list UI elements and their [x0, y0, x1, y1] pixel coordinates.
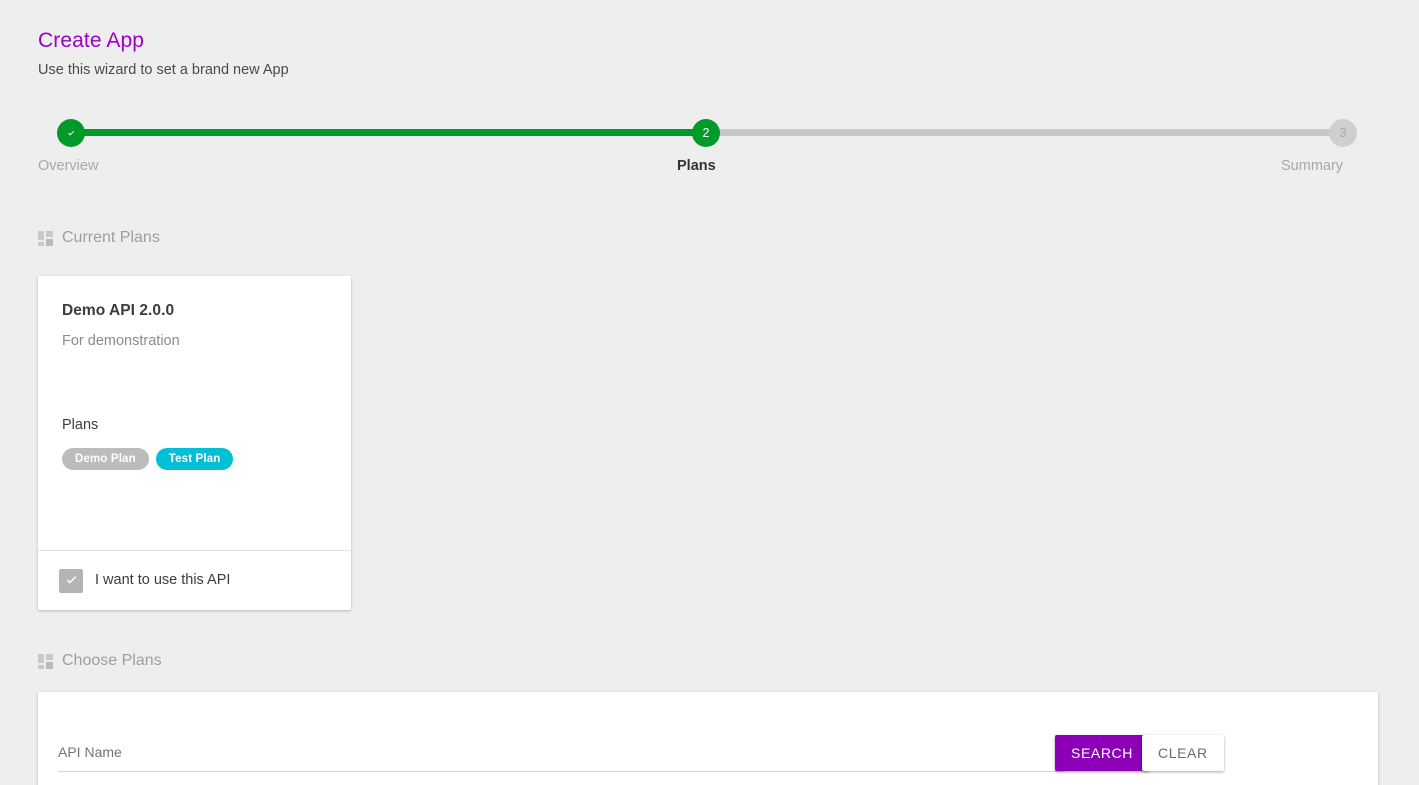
use-this-api-checkbox-label: I want to use this API: [95, 572, 231, 588]
plan-chip-demo[interactable]: Demo Plan: [62, 448, 149, 470]
section-heading-current-plans: Current Plans: [38, 228, 160, 248]
search-button[interactable]: SEARCH: [1055, 735, 1149, 771]
stepper-step-plans-circle[interactable]: 2: [692, 119, 720, 147]
grid-icon: [38, 230, 53, 246]
api-name-input[interactable]: [58, 736, 1065, 767]
api-card-title: Demo API 2.0.0: [62, 302, 175, 319]
stepper-step-overview-circle[interactable]: [57, 119, 85, 147]
clear-button[interactable]: CLEAR: [1142, 735, 1224, 771]
api-name-field-underline: [58, 771, 1065, 772]
stepper-step-plans-label: Plans: [677, 158, 716, 174]
section-heading-choose-plans-label: Choose Plans: [62, 652, 162, 669]
api-card-plans-label: Plans: [62, 417, 99, 433]
stepper-step-overview-label: Overview: [38, 158, 99, 174]
page-title: Create App: [38, 29, 145, 52]
use-this-api-checkbox[interactable]: [59, 568, 83, 593]
stepper-track-progress: [71, 129, 706, 136]
check-icon: [66, 576, 76, 584]
wizard-stepper: Overview 2 Plans 3 Summary: [38, 118, 1379, 188]
choose-plans-panel: SEARCH CLEAR: [38, 692, 1378, 785]
api-card-body: Demo API 2.0.0 For demonstration Plans D…: [38, 276, 351, 550]
api-card-description: For demonstration: [62, 333, 180, 349]
create-app-wizard-page: Create App Use this wizard to set a bran…: [0, 0, 1419, 785]
api-card-footer: I want to use this API: [38, 550, 351, 610]
check-icon: [67, 130, 74, 136]
section-heading-choose-plans: Choose Plans: [38, 651, 162, 671]
api-card-plan-chips: Demo Plan Test Plan: [62, 448, 234, 470]
api-name-field[interactable]: [58, 736, 1065, 772]
section-heading-current-plans-label: Current Plans: [62, 229, 160, 246]
page-subtitle: Use this wizard to set a brand new App: [38, 62, 289, 78]
api-card[interactable]: Demo API 2.0.0 For demonstration Plans D…: [38, 276, 351, 610]
stepper-step-summary-label: Summary: [1281, 158, 1344, 174]
plan-chip-test[interactable]: Test Plan: [155, 448, 234, 470]
stepper-step-summary-circle[interactable]: 3: [1329, 119, 1357, 147]
grid-icon: [38, 653, 53, 669]
